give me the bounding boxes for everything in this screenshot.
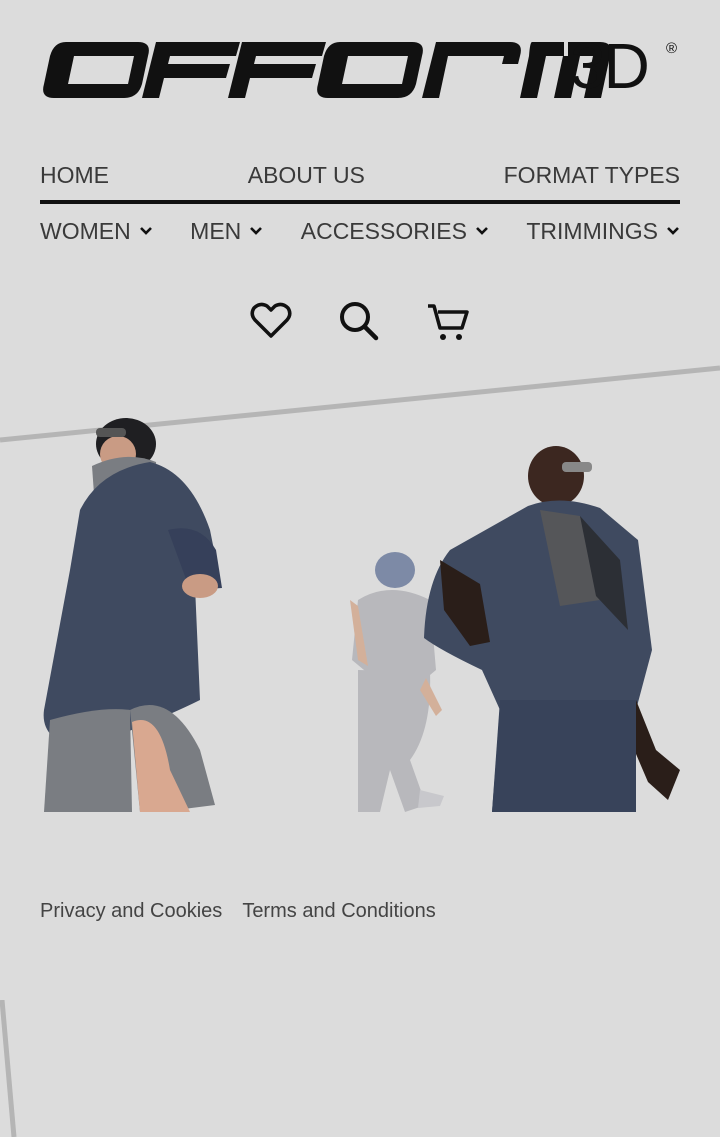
category-nav: WOMEN MEN ACCESSORIES TRIMMINGS	[40, 214, 680, 248]
category-women[interactable]: WOMEN	[40, 218, 153, 245]
logo-suffix: 3D	[570, 30, 650, 102]
woman-coat-figure	[43, 418, 222, 812]
chevron-down-icon	[139, 227, 152, 235]
grey-suit-figure	[350, 552, 444, 812]
category-men[interactable]: MEN	[190, 218, 263, 245]
category-label: MEN	[190, 217, 242, 244]
hero-fashion-figures	[43, 418, 680, 812]
category-label: WOMEN	[40, 217, 131, 244]
search-icon[interactable]	[336, 298, 382, 344]
chevron-down-icon	[250, 227, 263, 235]
nav-home-link[interactable]: HOME	[40, 162, 109, 189]
main-nav: HOME ABOUT US FORMAT TYPES	[40, 158, 680, 192]
nav-format-types-link[interactable]: FORMAT TYPES	[504, 162, 680, 189]
man-suit-figure	[424, 446, 680, 812]
privacy-cookies-link[interactable]: Privacy and Cookies	[40, 900, 222, 923]
category-trimmings[interactable]: TRIMMINGS	[526, 218, 680, 245]
nav-divider	[40, 200, 680, 204]
decorative-edge-line	[0, 1000, 17, 1137]
category-label: TRIMMINGS	[526, 217, 658, 244]
category-accessories[interactable]: ACCESSORIES	[301, 218, 489, 245]
chevron-down-icon	[475, 227, 488, 235]
registered-mark: ®	[666, 40, 678, 57]
category-label: ACCESSORIES	[300, 217, 467, 244]
action-icons	[248, 298, 472, 344]
terms-conditions-link[interactable]: Terms and Conditions	[242, 900, 435, 923]
chevron-down-icon	[667, 227, 679, 235]
heart-icon[interactable]	[248, 298, 294, 344]
cart-icon[interactable]	[424, 298, 470, 344]
footer-links: Privacy and Cookies Terms and Conditions	[40, 900, 436, 923]
nav-about-link[interactable]: ABOUT US	[248, 162, 365, 189]
